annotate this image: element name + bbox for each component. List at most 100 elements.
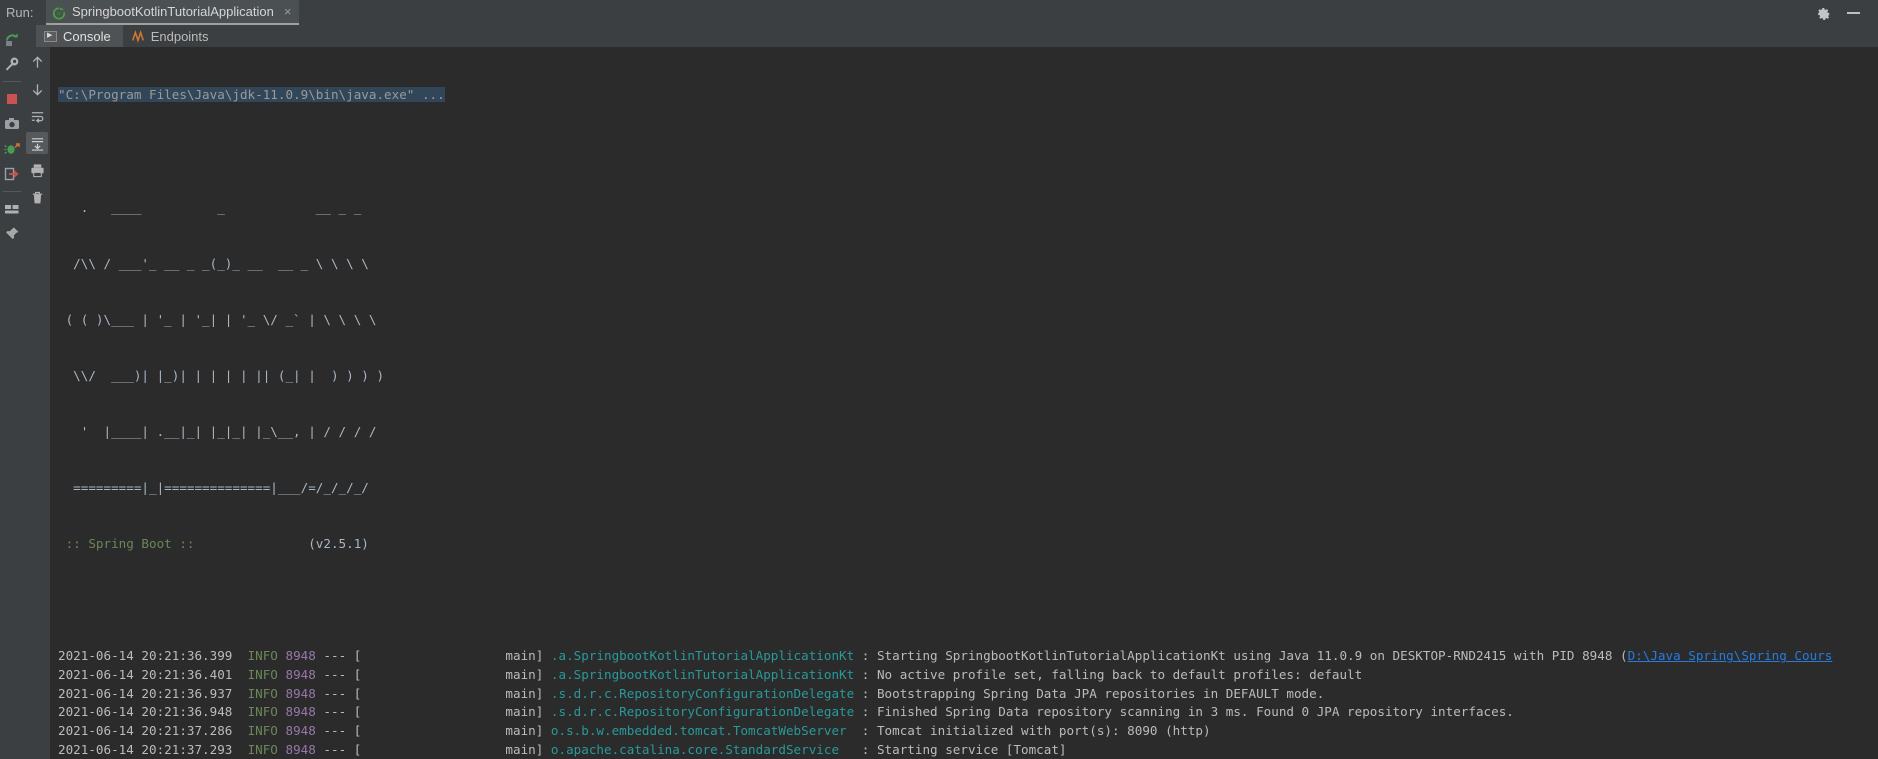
spring-banner-line: /\\ / ___'_ __ _ _(_)_ __ __ _ \ \ \ \	[58, 255, 369, 271]
log-pid: 8948	[285, 741, 316, 757]
log-separator: --- [	[315, 648, 362, 664]
log-message: : Tomcat initialized with port(s): 8090 …	[846, 723, 1211, 739]
console-blank-2	[50, 591, 1878, 610]
log-logger: o.s.b.w.embedded.tomcat.TomcatWebServer	[550, 723, 847, 739]
log-thread: main]	[361, 741, 544, 757]
scroll-down-button[interactable]	[26, 78, 48, 100]
log-thread: main]	[361, 704, 544, 720]
log-timestamp: 2021-06-14 20:21:37.293	[58, 741, 248, 757]
log-space	[278, 723, 286, 738]
log-space-2	[543, 686, 551, 701]
spring-boot-version-line: :: Spring Boot :: (v2.5.1)	[50, 535, 1878, 554]
close-icon[interactable]: ×	[284, 4, 292, 19]
console-tab-strip: Console Endpoints	[0, 25, 1878, 47]
log-space	[278, 686, 286, 701]
log-message: : No active profile set, falling back to…	[854, 667, 1363, 683]
log-pid: 8948	[285, 667, 316, 683]
gear-icon[interactable]	[1817, 6, 1831, 20]
log-level: INFO	[247, 723, 278, 739]
spring-banner-line: ' |____| .__|_| |_|_| |_\__, | / / / /	[58, 423, 377, 439]
log-space-2	[543, 667, 551, 682]
rerun-button[interactable]	[1, 28, 23, 50]
log-pid: 8948	[285, 648, 316, 664]
log-logger: o.apache.catalina.core.StandardService	[550, 741, 840, 757]
log-separator: --- [	[315, 723, 362, 739]
log-space-2	[543, 742, 551, 757]
attach-button[interactable]	[1, 163, 23, 185]
log-space	[278, 648, 286, 663]
log-lines-container: 2021-06-14 20:21:36.399 INFO 8948 --- [ …	[50, 647, 1878, 759]
tab-console[interactable]: Console	[36, 25, 123, 47]
run-tool-window-titlebar: Run: SpringbootKotlinTutorialApplication…	[0, 0, 1878, 25]
log-timestamp: 2021-06-14 20:21:37.286	[58, 723, 248, 739]
log-space-2	[543, 723, 551, 738]
log-separator: --- [	[315, 704, 362, 720]
debug-button[interactable]	[1, 138, 23, 160]
log-pid: 8948	[285, 704, 316, 720]
log-space	[278, 742, 286, 757]
log-line: 2021-06-14 20:21:37.293 INFO 8948 --- [ …	[50, 741, 1878, 759]
tab-console-label: Console	[63, 28, 111, 44]
log-thread: main]	[361, 723, 544, 739]
scroll-to-end-button[interactable]	[26, 132, 48, 154]
console-blank-1	[50, 143, 1878, 162]
titlebar-actions	[1817, 6, 1878, 20]
log-space	[278, 667, 286, 682]
toolbar-divider-2	[3, 191, 21, 192]
log-logger: .s.d.r.c.RepositoryConfigurationDelegate	[550, 704, 855, 720]
run-configuration-name: SpringbootKotlinTutorialApplication	[72, 4, 274, 19]
run-actions-toolbar	[0, 25, 24, 759]
log-path-link[interactable]: D:\Java Spring\Spring Cours	[1628, 648, 1833, 663]
layout-button[interactable]	[1, 198, 23, 220]
log-message: : Starting service [Tomcat]	[839, 741, 1067, 757]
console-output[interactable]: "C:\Program Files\Java\jdk-11.0.9\bin\ja…	[50, 47, 1878, 759]
log-level: INFO	[247, 667, 278, 683]
console-actions-toolbar	[24, 47, 50, 759]
log-level: INFO	[247, 704, 278, 720]
minimize-icon[interactable]	[1847, 11, 1860, 14]
log-space-2	[543, 648, 551, 663]
clear-all-button[interactable]	[26, 186, 48, 208]
log-line: 2021-06-14 20:21:36.401 INFO 8948 --- [ …	[50, 666, 1878, 685]
stop-button[interactable]	[1, 88, 23, 110]
log-level: INFO	[247, 741, 278, 757]
log-line: 2021-06-14 20:21:36.948 INFO 8948 --- [ …	[50, 703, 1878, 722]
edit-configurations-button[interactable]	[1, 53, 23, 75]
log-logger: .s.d.r.c.RepositoryConfigurationDelegate	[550, 685, 855, 701]
run-configuration-tab[interactable]: SpringbootKotlinTutorialApplication ×	[46, 0, 300, 25]
log-timestamp: 2021-06-14 20:21:36.401	[58, 667, 248, 683]
soft-wrap-button[interactable]	[26, 105, 48, 127]
run-label: Run:	[6, 5, 34, 20]
spring-boot-icon	[52, 5, 66, 20]
log-pid: 8948	[285, 685, 316, 701]
spring-boot-version: (v2.5.1)	[202, 536, 369, 552]
pin-button[interactable]	[1, 223, 23, 245]
log-timestamp: 2021-06-14 20:21:36.948	[58, 704, 248, 720]
log-logger: .a.SpringbootKotlinTutorialApplicationKt	[550, 648, 855, 664]
console-icon	[44, 30, 57, 42]
log-line: 2021-06-14 20:21:37.286 INFO 8948 --- [ …	[50, 722, 1878, 741]
tab-endpoints-label: Endpoints	[150, 28, 209, 44]
scroll-up-button[interactable]	[26, 51, 48, 73]
console-command-line: "C:\Program Files\Java\jdk-11.0.9\bin\ja…	[50, 86, 1878, 105]
log-message: : Bootstrapping Spring Data JPA reposito…	[854, 685, 1325, 701]
log-thread: main]	[361, 648, 544, 664]
log-separator: --- [	[315, 685, 362, 701]
log-line: 2021-06-14 20:21:36.399 INFO 8948 --- [ …	[50, 647, 1878, 666]
log-message: : Finished Spring Data repository scanni…	[854, 704, 1514, 720]
log-thread: main]	[361, 685, 544, 701]
spring-banner-line: =========|_|==============|___/=/_/_/_/	[58, 480, 369, 496]
print-button[interactable]	[26, 159, 48, 181]
spring-boot-name: :: Spring Boot ::	[58, 536, 203, 552]
log-timestamp: 2021-06-14 20:21:36.399	[58, 648, 248, 664]
screenshot-button[interactable]	[1, 113, 23, 135]
log-level: INFO	[247, 648, 278, 664]
tab-endpoints[interactable]: Endpoints	[123, 25, 221, 47]
log-separator: --- [	[315, 741, 362, 757]
log-space	[278, 704, 286, 719]
log-pid: 8948	[285, 723, 316, 739]
endpoints-icon	[131, 29, 145, 43]
spring-banner-line: ( ( )\___ | '_ | '_| | '_ \/ _` | \ \ \ …	[58, 311, 377, 327]
log-level: INFO	[247, 685, 278, 701]
log-logger: .a.SpringbootKotlinTutorialApplicationKt	[550, 667, 855, 683]
